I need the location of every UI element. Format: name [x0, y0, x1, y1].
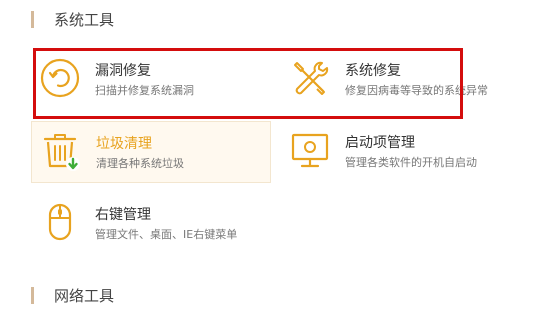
- tool-name: 系统修复: [345, 63, 401, 79]
- tool-desc: 管理各类软件的开机自启动: [345, 156, 477, 169]
- tool-desc: 管理文件、桌面、IE右键菜单: [95, 228, 238, 241]
- tool-name: 垃圾清理: [96, 136, 152, 152]
- tool-startup-manager[interactable]: 启动项管理 管理各类软件的开机自启动: [281, 121, 521, 183]
- tool-desc: 修复因病毒等导致的系统异常: [345, 84, 488, 97]
- tool-junk-clean[interactable]: 垃圾清理 清理各种系统垃圾: [31, 121, 271, 183]
- tool-system-repair[interactable]: 系统修复 修复因病毒等导致的系统异常: [281, 49, 521, 111]
- tool-name: 右键管理: [95, 207, 151, 223]
- target-ring-icon: [39, 57, 81, 99]
- tool-desc: 清理各种系统垃圾: [96, 157, 184, 170]
- tool-context-menu[interactable]: 右键管理 管理文件、桌面、IE右键菜单: [31, 193, 271, 255]
- tool-name: 启动项管理: [345, 135, 415, 151]
- tool-name: 漏洞修复: [95, 63, 151, 79]
- section-bar: [31, 10, 34, 28]
- wrench-screwdriver-icon: [289, 57, 331, 99]
- section-header-network-tools: 网络工具: [31, 285, 114, 305]
- section-header-system-tools: 系统工具: [31, 9, 114, 29]
- section-bar: [31, 286, 34, 304]
- trash-can-icon: [40, 130, 82, 172]
- section-title: 网络工具: [54, 286, 115, 305]
- section-title: 系统工具: [54, 10, 115, 29]
- monitor-icon: [289, 129, 331, 171]
- mouse-icon: [39, 201, 81, 243]
- tool-desc: 扫描并修复系统漏洞: [95, 84, 194, 97]
- tool-leak-repair[interactable]: 漏洞修复 扫描并修复系统漏洞: [31, 49, 271, 111]
